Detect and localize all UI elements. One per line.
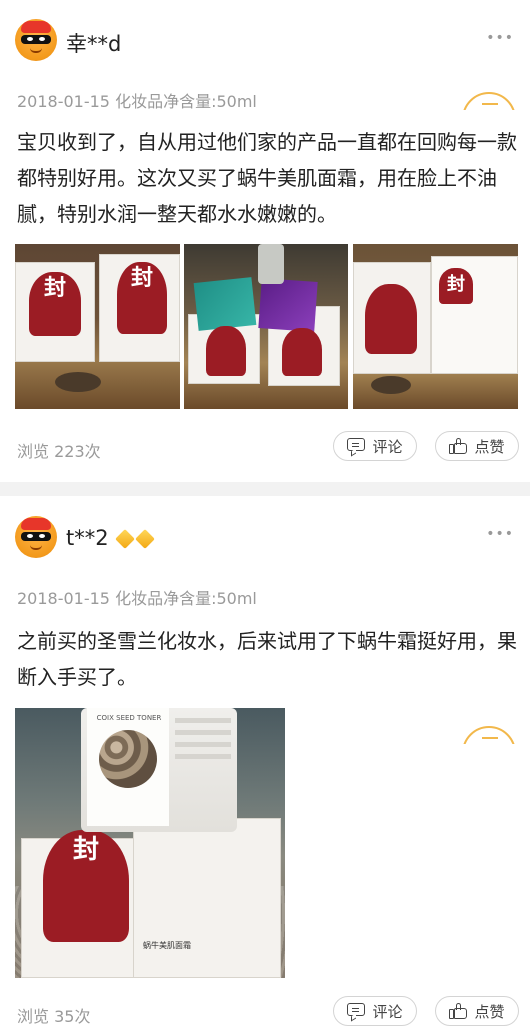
review-photo[interactable]: 封 封	[15, 244, 180, 409]
avatar[interactable]	[15, 516, 57, 558]
like-label: 点赞	[474, 1002, 505, 1021]
toner-name-label: COIX SEED TONER	[96, 714, 162, 722]
comment-label: 评论	[372, 437, 403, 456]
view-count: 浏览 223次	[17, 442, 101, 461]
quality-badge-icon	[462, 88, 516, 110]
quality-badge-icon	[462, 722, 516, 744]
comment-icon	[347, 438, 366, 457]
comment-button[interactable]: 评论	[333, 996, 417, 1026]
product-spec: 化妆品净含量:50ml	[115, 589, 257, 608]
review-text: 之前买的圣雪兰化妆水，后来试用了下蜗牛霜挺好用，果断入手买了。	[17, 629, 517, 689]
view-count: 浏览 35次	[17, 1007, 91, 1026]
like-button[interactable]: 点赞	[435, 431, 519, 461]
review-date: 2018-01-15	[17, 92, 110, 111]
avatar[interactable]	[15, 19, 57, 61]
diamond-icon	[115, 529, 135, 549]
thumbs-up-icon	[449, 1003, 468, 1019]
like-button[interactable]: 点赞	[435, 996, 519, 1026]
seal-label: 封	[117, 262, 167, 334]
section-divider	[0, 482, 530, 496]
seal-label: 封	[43, 830, 129, 942]
more-options-icon[interactable]: •••	[486, 526, 514, 542]
review-photo[interactable]: 封	[353, 244, 518, 409]
seal-label	[365, 284, 417, 354]
more-options-icon[interactable]: •••	[486, 30, 514, 46]
comment-button[interactable]: 评论	[333, 431, 417, 461]
like-label: 点赞	[474, 437, 505, 456]
seal-label: 封	[29, 272, 81, 336]
seal-label	[282, 328, 322, 376]
diamond-icon	[135, 529, 155, 549]
product-spec: 化妆品净含量:50ml	[115, 92, 257, 111]
review-meta: 2018-01-15 化妆品净含量:50ml	[17, 585, 257, 609]
review-date: 2018-01-15	[17, 589, 110, 608]
review-card: t**2 ••• 2018-01-15 化妆品净含量:50ml 之前买的圣雪兰化…	[0, 496, 530, 1035]
review-photo[interactable]	[184, 244, 348, 409]
seal-label: 封	[439, 268, 473, 304]
review-text: 宝贝收到了，自从用过他们家的产品一直都在回购每一款都特别好用。这次又买了蜗牛美肌…	[17, 130, 517, 226]
cream-name-label: 蜗牛美肌面霜	[143, 941, 191, 950]
comment-label: 评论	[372, 1002, 403, 1021]
username[interactable]: 幸**d	[66, 28, 121, 58]
comment-icon	[347, 1003, 366, 1022]
thumbs-up-icon	[449, 438, 468, 454]
review-card: 幸**d ••• 2018-01-15 化妆品净含量:50ml 宝贝收到了，自从…	[0, 0, 530, 482]
review-photo[interactable]: 封 蜗牛美肌面霜 COIX SEED TONER	[15, 708, 285, 978]
username[interactable]: t**2	[66, 526, 109, 550]
review-meta: 2018-01-15 化妆品净含量:50ml	[17, 88, 257, 112]
seal-label	[206, 326, 246, 376]
